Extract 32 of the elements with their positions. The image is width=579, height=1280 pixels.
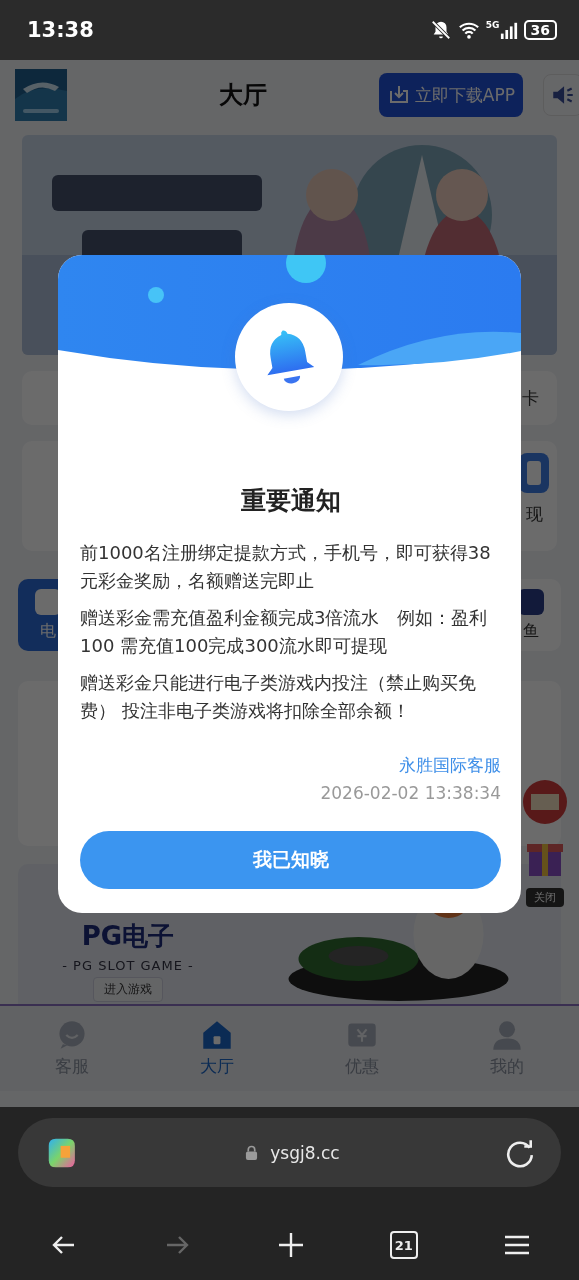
lock-icon bbox=[245, 1144, 259, 1161]
promo-badge-icon bbox=[523, 780, 567, 824]
reload-icon[interactable] bbox=[505, 1137, 535, 1168]
new-tab-icon[interactable] bbox=[276, 1231, 305, 1259]
network-label: 5G bbox=[485, 20, 500, 30]
dialog-title: 重要通知 bbox=[239, 485, 342, 517]
notice-paragraph: 赠送彩金需充值盈利金额完成3倍流水 例如：盈利100 需充值100完成300流水即可提现 bbox=[80, 606, 489, 658]
notice-label: 卡 bbox=[522, 386, 539, 410]
logo-icon bbox=[15, 69, 67, 121]
muted-bell-icon bbox=[429, 19, 452, 41]
tab-count-button[interactable]: 21 bbox=[389, 1231, 418, 1259]
enter-game-button[interactable]: 进入游戏 bbox=[93, 977, 163, 1002]
address-bar[interactable]: ysgj8.cc bbox=[18, 1118, 561, 1187]
pg-logo-text: PG电子 bbox=[81, 920, 175, 953]
wallet-label: 现 bbox=[525, 503, 543, 526]
pg-subtitle: - PG SLOT GAME - bbox=[62, 958, 194, 973]
battery-level: 36 bbox=[523, 20, 557, 40]
signature-text: 永胜国际客服 bbox=[398, 754, 501, 777]
url-text: ysgj8.cc bbox=[270, 1142, 340, 1163]
timestamp: 2026-02-02 13:38:34 bbox=[319, 783, 501, 803]
download-button[interactable]: 立即下载APP bbox=[378, 73, 523, 117]
notice-paragraph: 赠送彩金只能进行电子类游戏内投注（禁止购买免费） 投注非电子类游戏将扣除全部余额！ bbox=[80, 671, 477, 723]
user-icon bbox=[490, 1019, 523, 1051]
sound-button[interactable] bbox=[543, 74, 579, 116]
clock-time: 13:38 bbox=[27, 18, 94, 42]
signal-icon bbox=[499, 20, 518, 40]
acknowledge-button[interactable]: 我已知晓 bbox=[80, 831, 501, 889]
close-button[interactable]: 关闭 bbox=[526, 888, 564, 907]
nav-tab[interactable]: 大厅 bbox=[185, 1019, 250, 1078]
notice-paragraph: 前1000名注册绑定提款方式，手机号，即可获得38元彩金奖励，名额赠送完即止 bbox=[80, 541, 492, 593]
home-icon bbox=[201, 1019, 234, 1051]
page-title: 大厅 bbox=[217, 80, 268, 111]
